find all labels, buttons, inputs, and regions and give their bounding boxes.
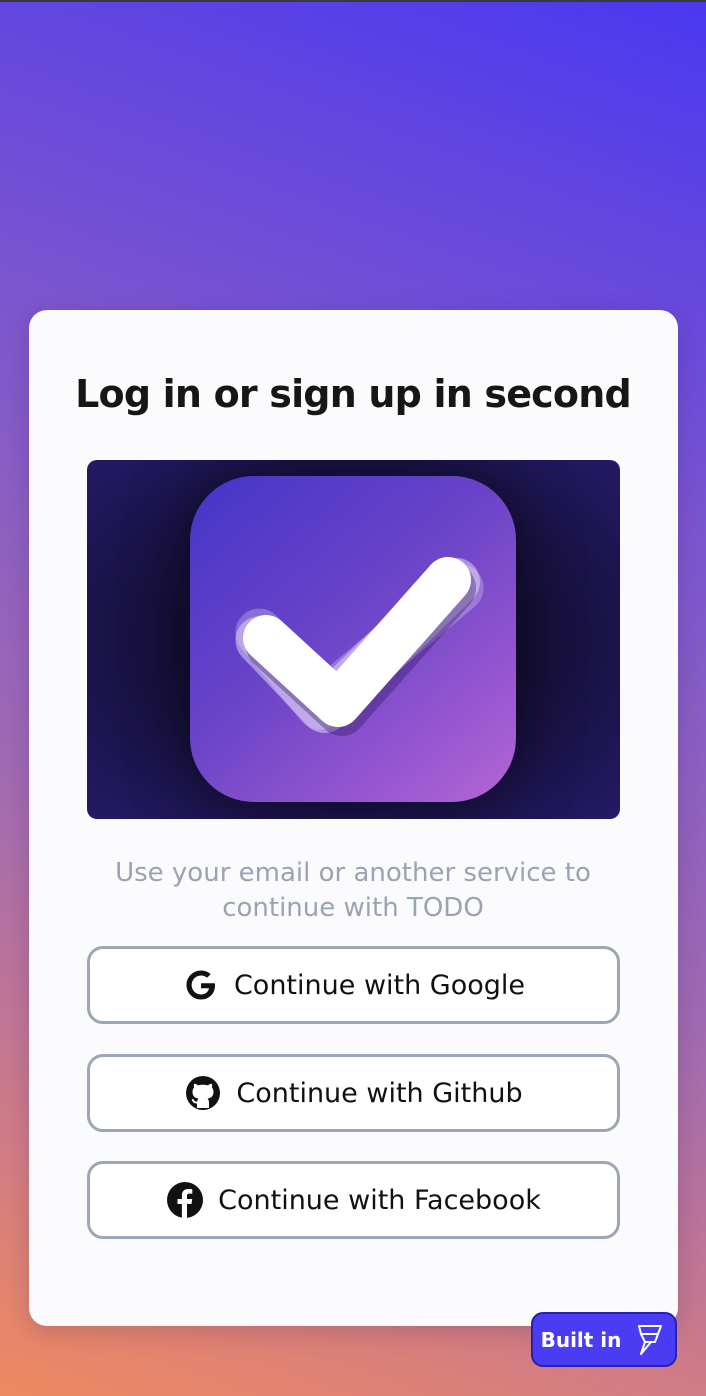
continue-with-github-button[interactable]: Continue with Github bbox=[87, 1054, 620, 1132]
github-button-label: Continue with Github bbox=[236, 1077, 523, 1109]
hero-image bbox=[87, 460, 620, 819]
framer-logo-icon bbox=[631, 1322, 667, 1358]
facebook-icon bbox=[166, 1181, 204, 1219]
page-title: Log in or sign up in second bbox=[75, 372, 632, 416]
github-icon bbox=[184, 1074, 222, 1112]
checkmark-app-icon bbox=[190, 476, 516, 802]
built-in-framer-badge[interactable]: Built in bbox=[531, 1312, 677, 1367]
continue-with-facebook-button[interactable]: Continue with Facebook bbox=[87, 1161, 620, 1239]
google-icon bbox=[182, 966, 220, 1004]
facebook-button-label: Continue with Facebook bbox=[218, 1184, 541, 1216]
badge-label: Built in bbox=[540, 1327, 622, 1352]
google-button-label: Continue with Google bbox=[233, 969, 526, 1001]
subtitle: Use your email or another service to con… bbox=[115, 858, 591, 923]
status-bar-line bbox=[0, 0, 706, 2]
continue-with-google-button[interactable]: Continue with Google bbox=[87, 946, 620, 1024]
